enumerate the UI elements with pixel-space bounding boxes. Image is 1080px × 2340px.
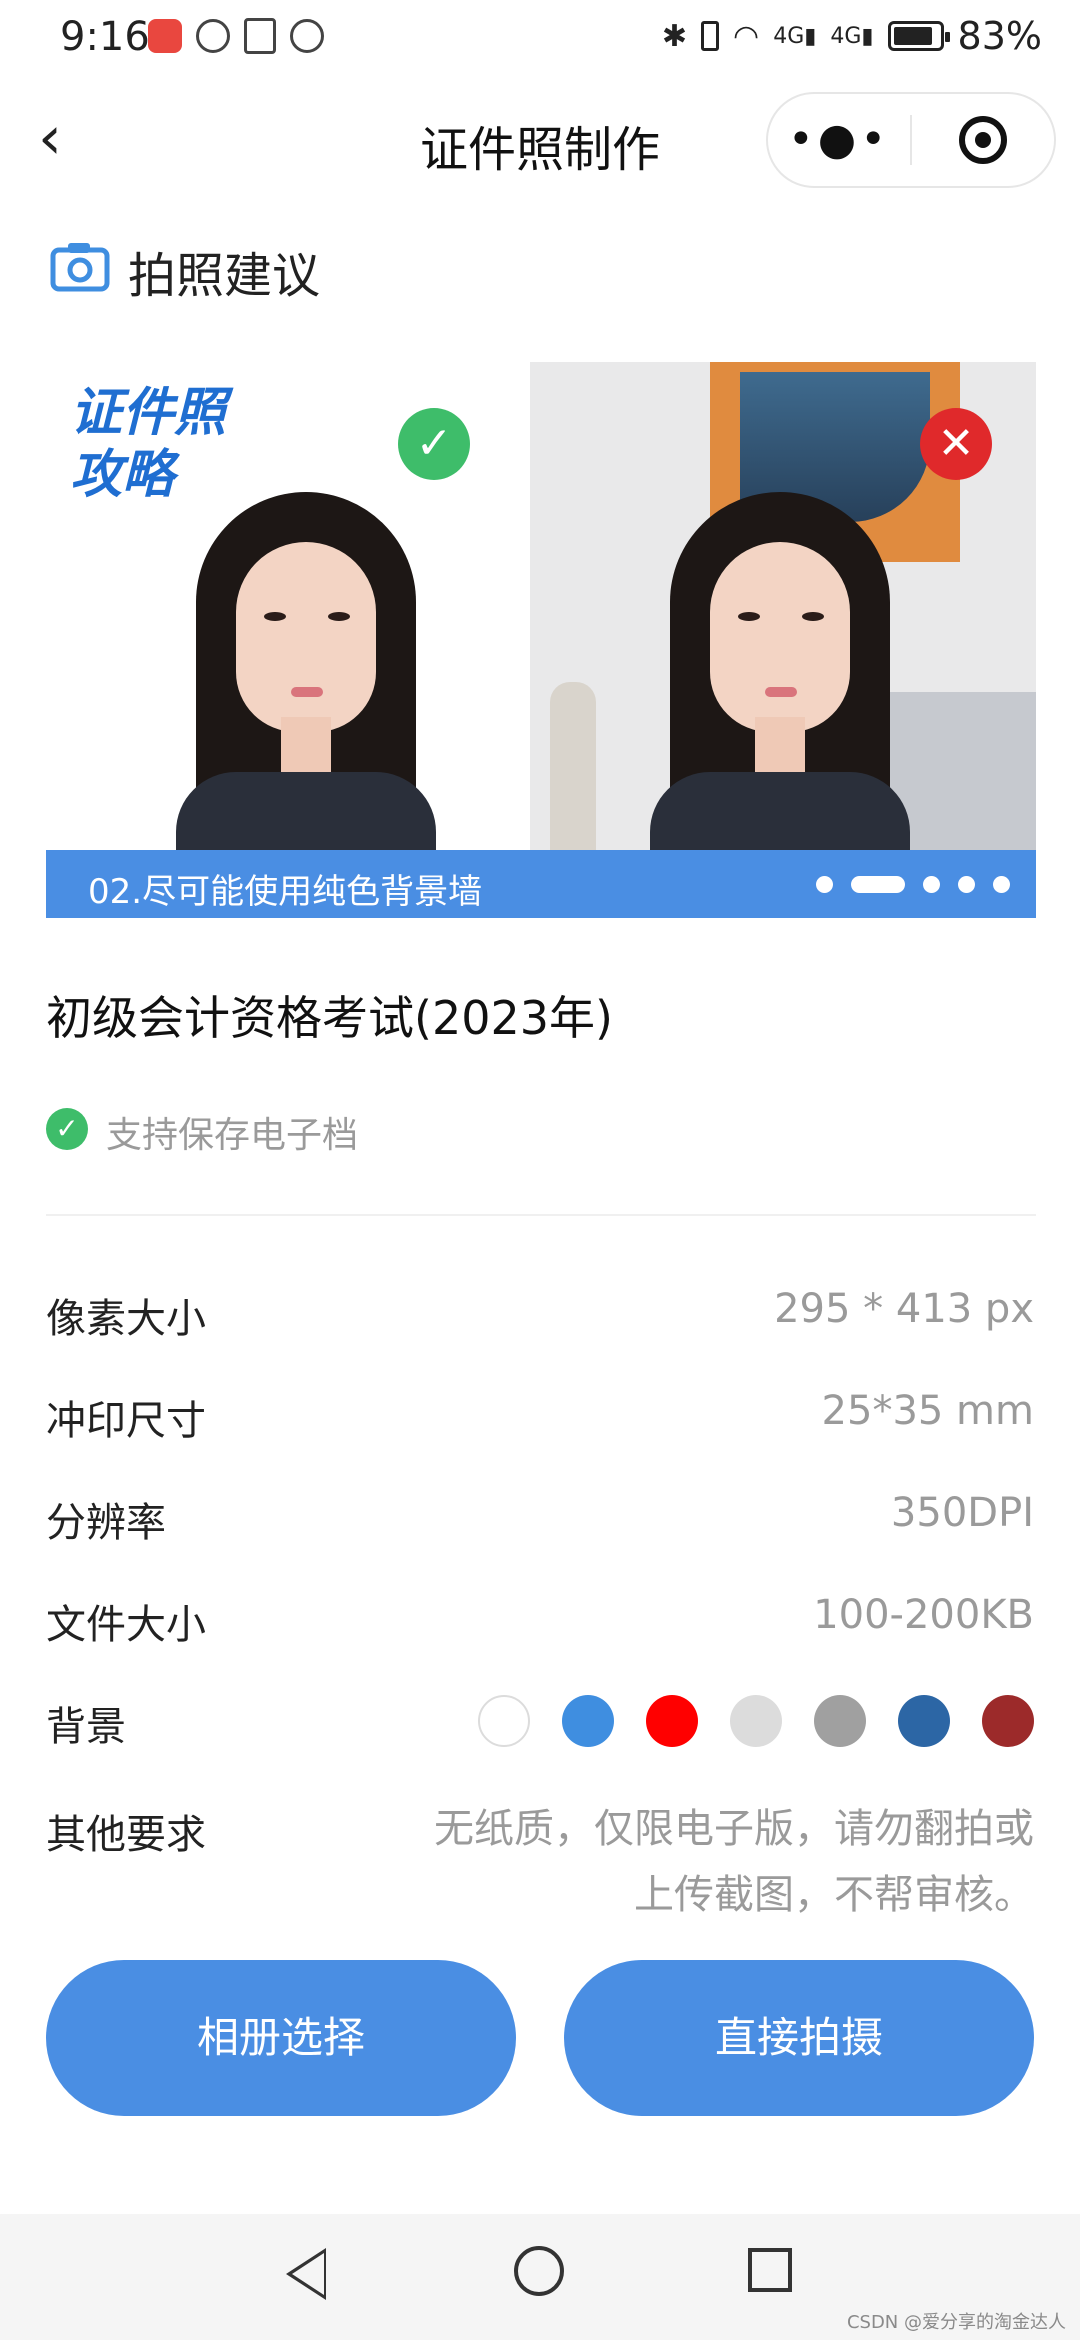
status-bar: 9:16 ✱ ◠ 4G▮ 4G▮ 83% — [0, 0, 1080, 78]
carousel-caption-bar: 02.尽可能使用纯色背景墙 — [46, 850, 1036, 918]
exam-title: 初级会计资格考试(2023年) — [46, 991, 613, 1045]
background-label: 背景 — [46, 1704, 126, 1750]
check-circle-icon: ✓ — [46, 1108, 88, 1150]
nav-recent-icon[interactable] — [748, 2248, 792, 2292]
status-time: 9:16 — [60, 14, 150, 60]
carousel-caption: 02.尽可能使用纯色背景墙 — [88, 872, 483, 912]
pixel-size-value: 295 * 413 px — [774, 1286, 1034, 1332]
weibo-icon — [148, 19, 182, 53]
carousel-dot[interactable] — [993, 876, 1010, 893]
vibrate-icon — [701, 21, 720, 51]
carousel-dot[interactable] — [923, 876, 940, 893]
background-swatch-3[interactable] — [730, 1695, 782, 1747]
battery-percent: 83% — [957, 14, 1042, 58]
print-size-value: 25*35 mm — [821, 1388, 1034, 1434]
bluetooth-icon: ✱ — [661, 18, 688, 54]
cross-icon: ✕ — [920, 408, 992, 480]
photo-tips-carousel[interactable]: 证件照 攻略 ✓ ✕ 02.尽可能使用纯色背景墙 — [46, 362, 1036, 918]
notification-icons — [148, 18, 324, 54]
nav-back-icon-inner — [292, 2253, 324, 2295]
take-photo-button[interactable]: 直接拍摄 — [564, 1960, 1034, 2116]
carousel-indicator[interactable] — [816, 876, 1010, 893]
wifi-icon: ◠ — [733, 18, 760, 54]
signal-icon-1: 4G▮ — [773, 23, 817, 49]
suggestion-title: 拍照建议 — [128, 248, 321, 304]
other-requirements-label: 其他要求 — [46, 1812, 206, 1858]
background-swatch-2[interactable] — [646, 1695, 698, 1747]
album-select-button[interactable]: 相册选择 — [46, 1960, 516, 2116]
resolution-label: 分辨率 — [46, 1500, 166, 1546]
resolution-value: 350DPI — [890, 1490, 1034, 1536]
status-right: ✱ ◠ 4G▮ 4G▮ 83% — [662, 14, 1042, 58]
background-swatches — [478, 1695, 1034, 1747]
pixel-size-label: 像素大小 — [46, 1296, 206, 1342]
carousel-dot[interactable] — [816, 876, 833, 893]
divider — [46, 1214, 1036, 1216]
background-swatch-1[interactable] — [562, 1695, 614, 1747]
alarm-icon — [290, 19, 324, 53]
watermark: CSDN @爱分享的淘金达人 — [846, 2312, 1066, 2333]
carousel-dot-active[interactable] — [851, 876, 905, 893]
background-swatch-4[interactable] — [814, 1695, 866, 1747]
strategy-overlay-text: 证件照 攻略 — [70, 383, 227, 505]
background-swatch-6[interactable] — [982, 1695, 1034, 1747]
nfc-icon — [244, 18, 276, 54]
more-options-button[interactable]: •●• — [768, 118, 910, 162]
good-example-panel: 证件照 攻略 ✓ — [46, 362, 530, 852]
signal-icon-2: 4G▮ — [830, 23, 874, 49]
file-size-label: 文件大小 — [46, 1602, 206, 1648]
background-swatch-5[interactable] — [898, 1695, 950, 1747]
check-icon: ✓ — [398, 408, 470, 480]
bad-example-portrait — [650, 472, 910, 852]
nav-home-icon[interactable] — [514, 2246, 564, 2296]
print-size-label: 冲印尺寸 — [46, 1398, 206, 1444]
carousel-dot[interactable] — [958, 876, 975, 893]
mini-program-capsule: •●• — [766, 92, 1056, 188]
good-example-portrait — [176, 472, 436, 852]
target-icon — [958, 116, 1007, 164]
system-nav-bar: CSDN @爱分享的淘金达人 — [0, 2214, 1080, 2340]
battery-icon — [887, 21, 950, 51]
lamp — [550, 682, 596, 852]
camera-icon — [50, 243, 110, 292]
save-electronic-note: 支持保存电子档 — [106, 1115, 359, 1156]
file-size-value: 100-200KB — [813, 1592, 1034, 1638]
bad-example-panel: ✕ — [530, 362, 1036, 852]
close-mini-program-button[interactable] — [912, 116, 1054, 164]
location-icon — [196, 19, 230, 53]
other-requirements-value: 无纸质，仅限电子版，请勿翻拍或 上传截图，不帮审核。 — [434, 1806, 1034, 1918]
background-swatch-0[interactable] — [478, 1695, 530, 1747]
